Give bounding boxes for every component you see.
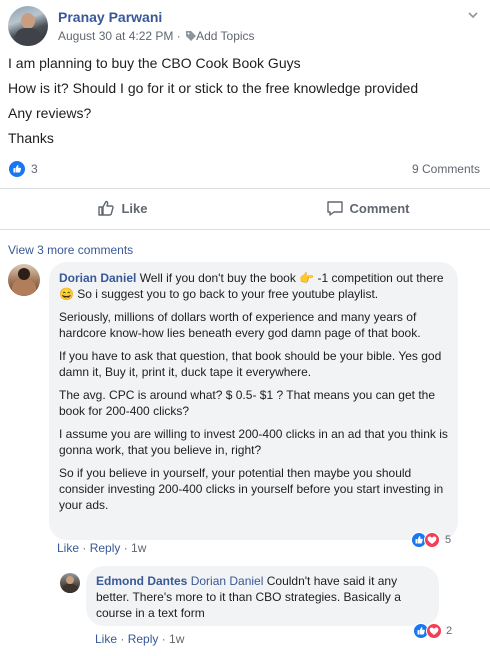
comment-reaction-count: 2 <box>446 625 453 637</box>
post-meta: August 30 at 4:22 PM · Add Topics <box>58 29 255 43</box>
comment-like-link[interactable]: Like <box>57 541 79 555</box>
comment-bubble: Dorian Daniel Well if you don't buy the … <box>49 262 458 540</box>
pointing-emoji-icon: 👉 <box>299 271 315 285</box>
comment-bubble: Edmond Dantes Dorian Daniel Couldn't hav… <box>86 566 439 626</box>
comment-paragraph: I assume you are willing to invest 200-4… <box>59 427 448 457</box>
tagged-user-link[interactable]: Dorian Daniel <box>191 574 264 588</box>
comment-reactions[interactable]: 5 <box>411 532 461 550</box>
thumbs-up-icon <box>98 200 115 216</box>
comment-paragraph: Seriously, millions of dollars worth of … <box>59 310 421 340</box>
comment-paragraph: If you have to ask that question, that b… <box>59 349 442 379</box>
view-more-comments-link[interactable]: View 3 more comments <box>8 243 133 257</box>
post-line: How is it? Should I go for it or stick t… <box>8 80 419 96</box>
like-button[interactable]: Like <box>0 191 245 225</box>
post-author-name[interactable]: Pranay Parwani <box>58 9 162 25</box>
heart-reaction-icon <box>426 623 442 639</box>
avatar[interactable] <box>8 6 48 46</box>
post-line: Thanks <box>8 130 54 146</box>
post-body: I am planning to buy the CBO Cook Book G… <box>8 55 482 155</box>
reactions-summary: 3 9 Comments <box>8 160 482 178</box>
comment-author[interactable]: Edmond Dantes <box>96 574 187 588</box>
comment-actions: Like · Reply · 1w <box>57 541 147 555</box>
comment-time[interactable]: 1w <box>169 632 184 646</box>
comment-author[interactable]: Dorian Daniel <box>59 271 136 285</box>
post-line: Any reviews? <box>8 105 92 121</box>
comment-text: Edmond Dantes Dorian Daniel Couldn't hav… <box>96 574 401 620</box>
comment-reactions[interactable]: 2 <box>413 623 458 641</box>
divider <box>0 188 490 189</box>
heart-reaction-icon <box>424 532 440 548</box>
like-label: Like <box>121 200 148 216</box>
post-date[interactable]: August 30 at 4:22 PM <box>58 29 173 43</box>
comment-reply-link[interactable]: Reply <box>90 541 121 555</box>
avatar[interactable] <box>8 264 40 296</box>
comment-paragraph: So if you believe in yourself, your pote… <box>59 466 444 512</box>
comment-like-link[interactable]: Like <box>95 632 117 646</box>
comment-actions: Like · Reply · 1w <box>95 632 185 646</box>
post-header: Pranay Parwani August 30 at 4:22 PM · Ad… <box>8 6 482 46</box>
comment: Dorian Daniel Well if you don't buy the … <box>0 262 490 562</box>
comment-label: Comment <box>349 200 410 216</box>
comment-count[interactable]: 9 Comments <box>412 162 480 176</box>
comment-reply: Edmond Dantes Dorian Daniel Couldn't hav… <box>0 566 490 656</box>
comment-button[interactable]: Comment <box>245 191 490 225</box>
post-actions: Like Comment <box>0 191 490 225</box>
divider <box>0 229 490 230</box>
tag-icon <box>186 31 197 41</box>
add-topics-link[interactable]: Add Topics <box>196 29 254 43</box>
comment-paragraph: The avg. CPC is around what? $ 0.5- $1 ?… <box>59 388 436 418</box>
reaction-count[interactable]: 3 <box>31 162 38 176</box>
comment-reply-link[interactable]: Reply <box>128 632 159 646</box>
chevron-down-icon[interactable] <box>466 8 480 22</box>
like-reaction-icon[interactable] <box>8 160 26 178</box>
comment-time[interactable]: 1w <box>131 541 146 555</box>
comment-icon <box>326 201 343 216</box>
post-line: I am planning to buy the CBO Cook Book G… <box>8 55 301 71</box>
avatar[interactable] <box>60 573 80 593</box>
smile-emoji-icon: 😄 <box>59 287 74 301</box>
comment-reaction-count: 5 <box>445 534 452 546</box>
comment-text: Dorian Daniel Well if you don't buy the … <box>59 271 444 301</box>
